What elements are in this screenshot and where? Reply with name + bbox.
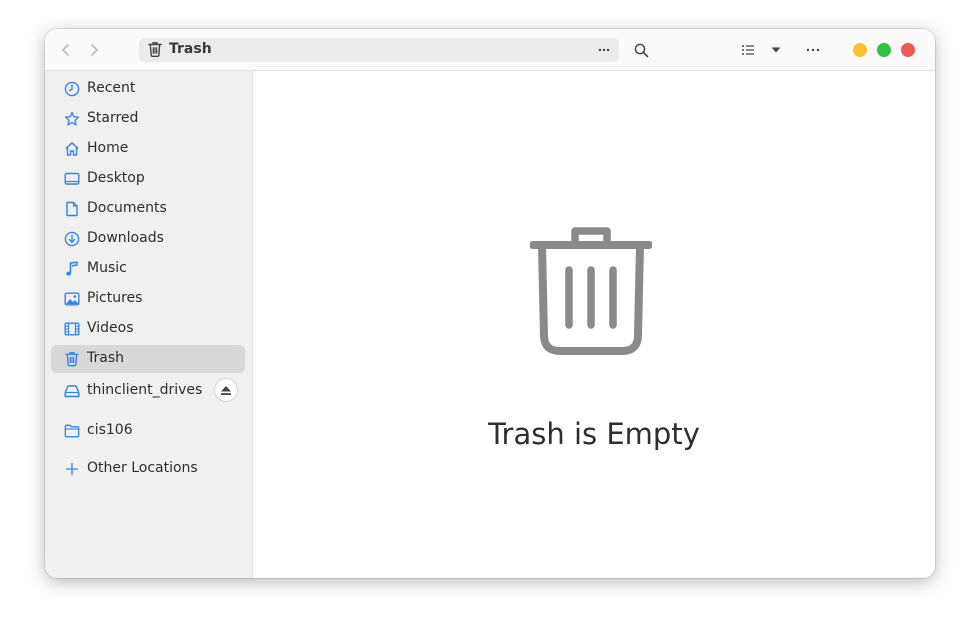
sidebar-item-pictures[interactable]: Pictures xyxy=(51,285,245,313)
sidebar-item-label: Trash xyxy=(87,350,124,366)
list-view-icon xyxy=(742,45,754,55)
sidebar-item-trash[interactable]: Trash xyxy=(51,345,245,373)
video-icon xyxy=(64,321,80,337)
eject-button[interactable] xyxy=(214,378,238,402)
sidebar-item-label: Desktop xyxy=(87,170,145,186)
path-bar[interactable]: Trash xyxy=(139,38,619,62)
sidebar-item-downloads[interactable]: Downloads xyxy=(51,225,245,253)
forward-button[interactable] xyxy=(83,39,105,61)
sidebar-item-desktop[interactable]: Desktop xyxy=(51,165,245,193)
sidebar-item-label: Recent xyxy=(87,80,136,96)
sidebar-item-label: Downloads xyxy=(87,230,164,246)
sidebar-item-other-locations[interactable]: Other Locations xyxy=(51,455,245,483)
more-horizontal-icon xyxy=(806,48,820,52)
clock-icon xyxy=(64,81,80,97)
sidebar-item-starred[interactable]: Starred xyxy=(51,105,245,133)
trash-icon xyxy=(147,41,163,62)
drive-icon xyxy=(64,383,80,399)
sidebar-item-label: thinclient_drives xyxy=(87,382,203,398)
minimize-button[interactable] xyxy=(853,43,867,57)
caret-down-icon xyxy=(771,47,781,53)
file-manager-window: Trash Recent Starred Home Desktop Docume… xyxy=(45,29,935,578)
star-icon xyxy=(64,111,80,127)
back-button[interactable] xyxy=(55,39,77,61)
main-menu-button[interactable] xyxy=(803,39,823,61)
desktop-icon xyxy=(64,171,80,187)
view-options-button[interactable] xyxy=(766,39,786,61)
sidebar-item-videos[interactable]: Videos xyxy=(51,315,245,343)
trash-icon xyxy=(64,351,80,367)
sidebar-item-label: Documents xyxy=(87,200,167,216)
search-button[interactable] xyxy=(631,39,651,61)
plus-icon xyxy=(64,461,80,477)
sidebar-item-thinclient-drives[interactable]: thinclient_drives xyxy=(51,377,245,405)
chevron-right-icon xyxy=(91,44,98,56)
folder-icon xyxy=(64,423,80,439)
sidebar-item-label: cis106 xyxy=(87,422,133,438)
sidebar-item-music[interactable]: Music xyxy=(51,255,245,283)
music-icon xyxy=(64,261,80,277)
file-view[interactable]: Trash is Empty xyxy=(253,71,935,578)
sidebar-item-label: Pictures xyxy=(87,290,143,306)
sidebar-item-home[interactable]: Home xyxy=(51,135,245,163)
header-bar: Trash xyxy=(45,29,935,71)
more-horizontal-icon xyxy=(598,48,610,52)
search-icon xyxy=(634,43,648,57)
trash-large-icon xyxy=(530,227,652,355)
sidebar-item-label: Starred xyxy=(87,110,139,126)
picture-icon xyxy=(64,291,80,307)
sidebar-item-recent[interactable]: Recent xyxy=(51,75,245,103)
path-menu-button[interactable] xyxy=(597,43,611,57)
sidebar: Recent Starred Home Desktop Documents Do… xyxy=(45,71,253,578)
empty-state-message: Trash is Empty xyxy=(488,417,700,451)
sidebar-item-label: Other Locations xyxy=(87,460,198,476)
path-crumb-label[interactable]: Trash xyxy=(169,41,212,57)
chevron-left-icon xyxy=(62,44,69,56)
sidebar-item-label: Music xyxy=(87,260,127,276)
download-icon xyxy=(64,231,80,247)
sidebar-item-label: Home xyxy=(87,140,129,156)
sidebar-item-documents[interactable]: Documents xyxy=(51,195,245,223)
home-icon xyxy=(64,141,80,157)
sidebar-item-cis106[interactable]: cis106 xyxy=(51,417,245,445)
close-button[interactable] xyxy=(901,43,915,57)
list-view-button[interactable] xyxy=(738,39,758,61)
document-icon xyxy=(64,201,80,217)
eject-icon xyxy=(221,385,231,395)
sidebar-item-label: Videos xyxy=(87,320,134,336)
maximize-button[interactable] xyxy=(877,43,891,57)
